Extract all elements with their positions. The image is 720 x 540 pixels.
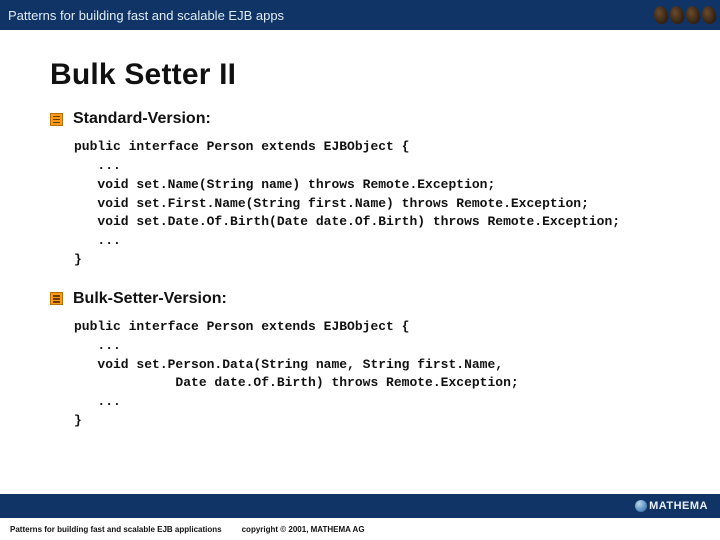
code-block-bulk: public interface Person extends EJBObjec… xyxy=(74,318,706,431)
bean-icon xyxy=(684,5,701,26)
footer-blue-stripe: MATHEMA xyxy=(0,494,720,518)
footer-white-stripe: Patterns for building fast and scalable … xyxy=(0,518,720,540)
bullet-icon xyxy=(50,292,63,305)
section-heading-row: Standard-Version: xyxy=(50,110,706,128)
footer-copyright: copyright © 2001, MATHEMA AG xyxy=(242,525,365,534)
bullet-icon xyxy=(50,113,63,126)
bean-icon xyxy=(652,5,669,26)
footer: MATHEMA Patterns for building fast and s… xyxy=(0,494,720,540)
section-heading: Standard-Version: xyxy=(73,110,211,128)
section-heading: Bulk-Setter-Version: xyxy=(73,290,227,308)
header-gap xyxy=(0,30,720,50)
logo-text: MATHEMA xyxy=(649,500,708,512)
header-title: Patterns for building fast and scalable … xyxy=(8,8,284,23)
code-block-standard: public interface Person extends EJBObjec… xyxy=(74,138,706,270)
bean-icon xyxy=(700,5,717,26)
bean-icon xyxy=(668,5,685,26)
left-rail xyxy=(0,50,44,490)
section-heading-row: Bulk-Setter-Version: xyxy=(50,290,706,308)
slide-title: Bulk Setter II xyxy=(50,58,706,92)
main-content: Bulk Setter II Standard-Version: public … xyxy=(50,58,706,451)
globe-icon xyxy=(635,500,647,512)
footer-left-text: Patterns for building fast and scalable … xyxy=(10,525,222,534)
slide: Patterns for building fast and scalable … xyxy=(0,0,720,540)
header-bar: Patterns for building fast and scalable … xyxy=(0,0,720,30)
logo: MATHEMA xyxy=(635,500,708,512)
header-decoration xyxy=(600,0,720,30)
